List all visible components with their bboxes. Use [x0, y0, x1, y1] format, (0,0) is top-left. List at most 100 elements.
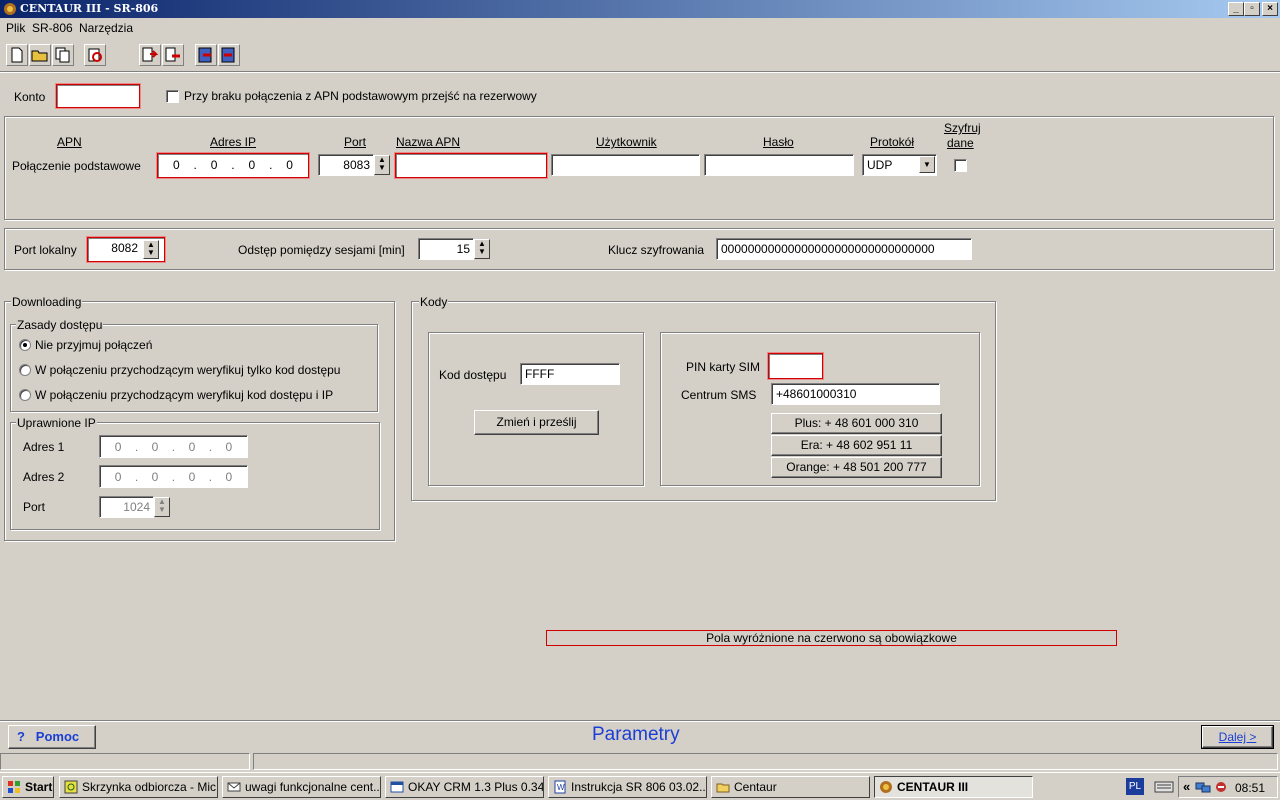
status-bar-section-1	[0, 753, 250, 770]
print-preview-icon	[88, 48, 102, 62]
import-icon	[142, 47, 159, 62]
start-button[interactable]: Start	[2, 776, 54, 798]
taskbar-item-folder[interactable]: Centaur	[711, 776, 870, 798]
import-button[interactable]	[139, 44, 161, 66]
addr2-octet-4: 0	[225, 470, 233, 484]
local-port-spinner[interactable]: ▲ ▼	[143, 240, 159, 259]
sms-center-input[interactable]: +48601000310	[771, 383, 940, 405]
taskbar-item-manual[interactable]: W Instrukcja SR 806 03.02....	[548, 776, 707, 798]
local-port-label: Port lokalny	[14, 243, 77, 257]
close-button[interactable]: ×	[1262, 2, 1278, 16]
open-folder-icon	[31, 50, 48, 62]
maximize-button[interactable]: ▫	[1244, 2, 1260, 16]
sim-pin-label: PIN karty SIM	[686, 360, 761, 374]
window-title: CENTAUR III - SR-806	[20, 2, 159, 15]
upload-device-button[interactable]	[195, 44, 217, 66]
session-interval-spinner[interactable]: ▲ ▼	[474, 239, 490, 259]
word-document-icon: W	[554, 780, 566, 794]
menu-narzedzia[interactable]: Narzędzia	[79, 21, 133, 35]
menu-sr806[interactable]: SR-806	[32, 21, 73, 35]
protocol-value: UDP	[867, 158, 893, 172]
apn-col-password: Hasło	[763, 135, 794, 149]
radio-verify-code-ip[interactable]	[19, 389, 31, 401]
download-device-icon	[221, 47, 235, 63]
clock[interactable]: 08:51	[1235, 781, 1265, 795]
ip-octet-3: 0	[248, 158, 256, 172]
tray-expand-icon[interactable]: «	[1183, 779, 1190, 794]
apn-password-input[interactable]	[704, 154, 854, 176]
encryption-key-input[interactable]: 00000000000000000000000000000000	[716, 238, 972, 260]
access-code-input[interactable]: FFFF	[520, 363, 620, 385]
session-interval-label: Odstęp pomiędzy sesjami [min]	[238, 243, 405, 257]
copy-button[interactable]	[52, 44, 74, 66]
protocol-select[interactable]: UDP ▼	[862, 154, 937, 176]
taskbar-item-label: OKAY CRM 1.3 Plus 0.34...	[408, 780, 544, 794]
orange-operator-button[interactable]: Orange: + 48 501 200 777	[771, 457, 942, 478]
apn-port-input[interactable]: 8083	[318, 154, 374, 176]
svg-text:W: W	[557, 783, 565, 792]
apn-user-input[interactable]	[551, 154, 700, 176]
centaur-app-icon	[880, 781, 892, 793]
help-button[interactable]: ? Pomoc	[8, 725, 96, 749]
address2-label: Adres 2	[23, 470, 65, 484]
apn-port-spinner[interactable]: ▲ ▼	[374, 155, 390, 175]
new-file-button[interactable]	[6, 44, 28, 66]
change-send-button[interactable]: Zmień i prześlij	[474, 410, 599, 435]
toolbar-divider	[0, 71, 1280, 73]
session-interval-input[interactable]: 15	[418, 238, 474, 260]
address1-input[interactable]: 0. 0. 0. 0	[99, 435, 248, 458]
apn-col-port: Port	[344, 135, 367, 149]
open-button[interactable]	[29, 44, 51, 66]
apn-col-protocol: Protokół	[870, 135, 915, 149]
radio-no-connections[interactable]	[19, 339, 31, 351]
plus-operator-button[interactable]: Plus: + 48 601 000 310	[771, 413, 942, 434]
allowed-port-spinner[interactable]: ▲ ▼	[154, 497, 170, 517]
downloading-title: Downloading	[11, 295, 83, 309]
download-device-button[interactable]	[218, 44, 240, 66]
new-file-icon	[11, 47, 23, 63]
language-indicator[interactable]: PL	[1126, 778, 1144, 795]
next-button[interactable]: Dalej >	[1201, 725, 1274, 749]
export-button[interactable]	[162, 44, 184, 66]
access-code-panel	[428, 332, 644, 486]
apn-col-name: Nazwa APN	[396, 135, 461, 149]
taskbar-item-centaur[interactable]: CENTAUR III	[874, 776, 1033, 798]
sim-pin-input[interactable]	[768, 353, 823, 379]
address2-input[interactable]: 0. 0. 0. 0	[99, 465, 248, 488]
page-title: Parametry	[592, 724, 680, 745]
apn-ip-input[interactable]: 0. 0. 0. 0	[157, 153, 309, 178]
start-label: Start	[25, 780, 53, 794]
network-icon[interactable]	[1195, 780, 1211, 794]
taskbar-item-label: Instrukcja SR 806 03.02....	[571, 780, 707, 794]
system-tray: « 08:51	[1178, 776, 1278, 798]
addr1-octet-2: 0	[151, 440, 159, 454]
chevron-down-icon[interactable]: ▼	[919, 156, 935, 173]
allowed-port-input[interactable]: 1024	[99, 496, 154, 518]
print-preview-button[interactable]	[84, 44, 106, 66]
era-operator-button[interactable]: Era: + 48 602 951 11	[771, 435, 942, 456]
menu-plik[interactable]: Plik	[6, 21, 25, 35]
addr1-octet-3: 0	[188, 440, 196, 454]
encryption-key-label: Klucz szyfrowania	[608, 243, 705, 257]
ip-octet-4: 0	[286, 158, 293, 172]
option-verify-code: W połączeniu przychodzącym weryfikuj tyl…	[35, 363, 341, 377]
keyboard-icon[interactable]	[1154, 779, 1174, 795]
taskbar-item-inbox[interactable]: Skrzynka odbiorcza - Mic...	[59, 776, 218, 798]
minimize-button[interactable]: _	[1228, 2, 1244, 16]
taskbar-item-notes[interactable]: uwagi funkcjonalne cent...	[222, 776, 381, 798]
outlook-icon	[64, 780, 78, 794]
radio-verify-code[interactable]	[19, 364, 31, 376]
security-icon[interactable]	[1213, 780, 1229, 794]
fallback-apn-checkbox[interactable]	[166, 90, 179, 103]
status-bar-section-2	[253, 753, 1278, 770]
taskbar-item-crm[interactable]: OKAY CRM 1.3 Plus 0.34...	[385, 776, 544, 798]
encrypt-checkbox[interactable]	[954, 159, 967, 172]
apn-name-input[interactable]	[395, 153, 547, 178]
windows-flag-icon	[8, 781, 20, 793]
account-input[interactable]	[56, 84, 140, 108]
access-rules-title: Zasady dostępu	[16, 318, 104, 332]
taskbar: Start Skrzynka odbiorcza - Mic... uwagi …	[0, 772, 1280, 800]
export-icon	[165, 47, 180, 62]
fallback-apn-label: Przy braku połączenia z APN podstawowym …	[184, 89, 537, 103]
copy-pages-icon	[55, 47, 70, 63]
